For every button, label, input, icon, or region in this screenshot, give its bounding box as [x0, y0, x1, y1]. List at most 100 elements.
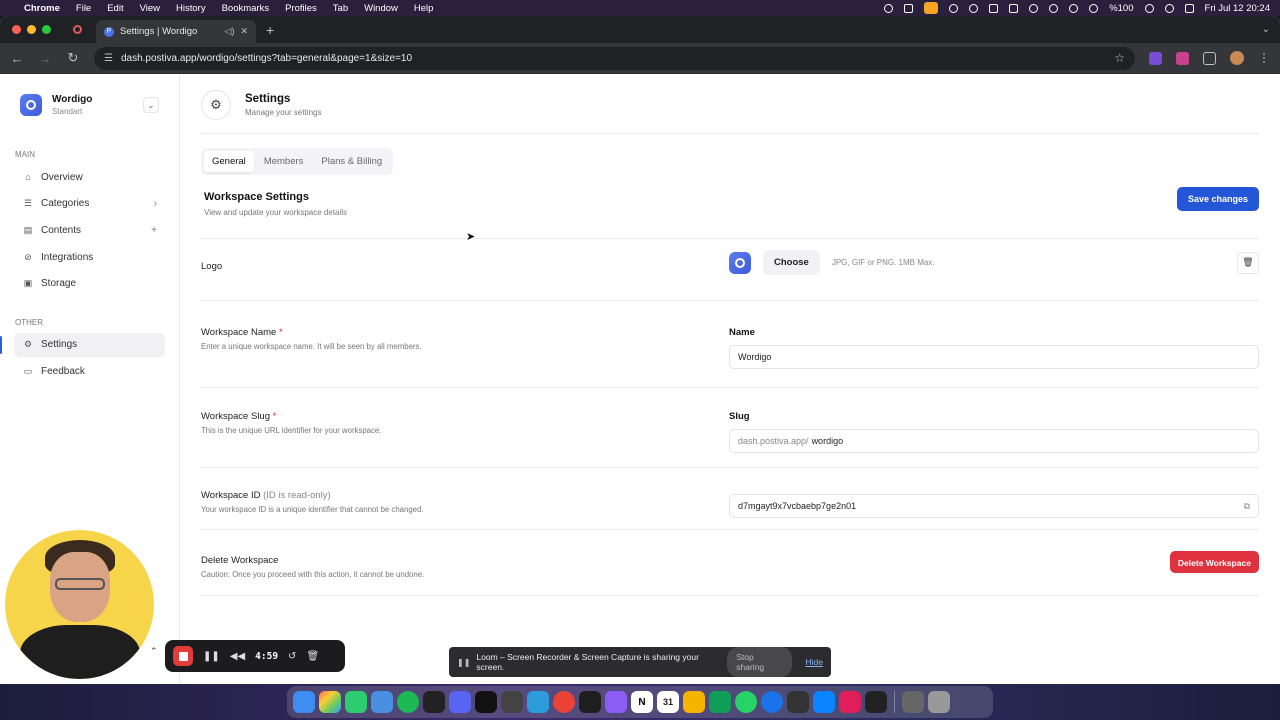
- webcam-bubble[interactable]: [5, 530, 154, 679]
- finder-icon[interactable]: [293, 691, 315, 713]
- sidebar-item-feedback[interactable]: ▭ Feedback: [14, 359, 165, 383]
- workspace-slug-input[interactable]: dash.postiva.app/ wordigo: [729, 429, 1259, 453]
- record-status-icon[interactable]: [884, 3, 894, 13]
- workspace-switcher[interactable]: Wordigo Standart ⌄: [0, 94, 179, 116]
- tab-search-icon[interactable]: ⌄: [1262, 24, 1270, 35]
- calendar-icon[interactable]: 31: [657, 691, 679, 713]
- tab-members[interactable]: Members: [256, 151, 312, 172]
- choose-logo-button[interactable]: Choose: [763, 250, 820, 275]
- sidebar-item-contents[interactable]: ▤ Contents +: [14, 218, 165, 242]
- menu-window[interactable]: Window: [364, 3, 398, 14]
- chatgpt-icon[interactable]: [787, 691, 809, 713]
- chevron-updown-icon[interactable]: ⌃: [150, 646, 158, 657]
- workspace-name-input[interactable]: Wordigo: [729, 345, 1259, 369]
- url-text[interactable]: dash.postiva.app/wordigo/settings?tab=ge…: [121, 53, 412, 64]
- grid-status-icon[interactable]: [1009, 3, 1019, 13]
- photos-icon[interactable]: [319, 691, 341, 713]
- new-tab-button[interactable]: +: [266, 22, 274, 38]
- chrome-menu-icon[interactable]: ⋮: [1258, 51, 1270, 65]
- profile-avatar[interactable]: [1230, 51, 1244, 65]
- workspace-id-input[interactable]: d7mgayt9x7vcbaebp7ge2n01 ⧉: [729, 494, 1259, 518]
- stop-sharing-button[interactable]: Stop sharing: [727, 647, 792, 677]
- onepassword-dock-icon[interactable]: [813, 691, 835, 713]
- sidebar-item-settings[interactable]: ⚙ Settings: [0, 332, 165, 357]
- safari-icon[interactable]: [527, 691, 549, 713]
- site-settings-icon[interactable]: ☰: [104, 53, 113, 64]
- circle-status-icon[interactable]: [949, 3, 959, 13]
- stop-recording-button[interactable]: [173, 646, 193, 666]
- chrome-icon[interactable]: [553, 691, 575, 713]
- menu-view[interactable]: View: [140, 3, 160, 14]
- chevron-down-icon[interactable]: ⌄: [143, 97, 159, 113]
- menu-profiles[interactable]: Profiles: [285, 3, 317, 14]
- facetime-icon[interactable]: [345, 691, 367, 713]
- sidebar-item-integrations[interactable]: ⊘ Integrations: [14, 245, 165, 269]
- menu-help[interactable]: Help: [414, 3, 434, 14]
- reload-icon[interactable]: ↻: [66, 50, 80, 66]
- notes-icon[interactable]: [683, 691, 705, 713]
- arc-icon[interactable]: [605, 691, 627, 713]
- figma-icon[interactable]: [423, 691, 445, 713]
- menubar-clock[interactable]: Fri Jul 12 20:24: [1205, 3, 1270, 14]
- calendar-status-icon[interactable]: [989, 3, 999, 13]
- close-window-button[interactable]: [12, 25, 21, 34]
- plus-icon[interactable]: +: [151, 225, 157, 236]
- shuffle-icon[interactable]: [1089, 3, 1099, 13]
- terminal-icon[interactable]: [579, 691, 601, 713]
- capcut-icon[interactable]: [475, 691, 497, 713]
- pause-icon[interactable]: ❚❚: [203, 651, 220, 662]
- zoom-icon[interactable]: [761, 691, 783, 713]
- evernote-icon[interactable]: [709, 691, 731, 713]
- notion-icon[interactable]: N: [631, 691, 653, 713]
- delete-logo-button[interactable]: 🗑: [1237, 251, 1259, 274]
- onepassword-icon[interactable]: [1049, 3, 1059, 13]
- whatsapp-icon[interactable]: [735, 691, 757, 713]
- menu-bookmarks[interactable]: Bookmarks: [222, 3, 270, 14]
- slack-icon[interactable]: [839, 691, 861, 713]
- chevron-right-icon[interactable]: ›: [154, 198, 157, 209]
- figma-status-icon[interactable]: [904, 3, 914, 13]
- rewind-icon[interactable]: ◀◀: [230, 651, 245, 662]
- delete-workspace-button[interactable]: Delete Workspace: [1169, 551, 1259, 573]
- input-value[interactable]: wordigo: [812, 436, 844, 446]
- speaker-icon[interactable]: ◁): [225, 26, 235, 37]
- bookmark-star-icon[interactable]: ☆: [1114, 51, 1125, 65]
- mail-icon[interactable]: [371, 691, 393, 713]
- trash-dock-icon[interactable]: [928, 691, 950, 713]
- menu-app-name[interactable]: Chrome: [24, 3, 60, 14]
- discord-icon[interactable]: [449, 691, 471, 713]
- menu-file[interactable]: File: [76, 3, 91, 14]
- save-changes-button[interactable]: Save changes: [1176, 187, 1259, 211]
- extension-icon-2[interactable]: [1176, 51, 1189, 65]
- play-status-icon[interactable]: [1069, 3, 1079, 13]
- menu-tab[interactable]: Tab: [333, 3, 348, 14]
- screen-studio-icon[interactable]: [865, 691, 887, 713]
- wifi-icon[interactable]: [1144, 3, 1154, 13]
- restart-icon[interactable]: ↺: [288, 651, 296, 662]
- back-icon[interactable]: ←: [10, 51, 24, 66]
- menu-history[interactable]: History: [176, 3, 206, 14]
- discard-trash-icon[interactable]: 🗑: [306, 651, 319, 662]
- copy-icon[interactable]: ⧉: [1244, 501, 1250, 512]
- recording-tab-icon[interactable]: [73, 25, 82, 34]
- menu-edit[interactable]: Edit: [107, 3, 123, 14]
- battery-percent[interactable]: %100: [1109, 3, 1133, 14]
- tab-general[interactable]: General: [204, 151, 254, 172]
- linear-icon[interactable]: [501, 691, 523, 713]
- tab-plans-billing[interactable]: Plans & Billing: [313, 151, 390, 172]
- bluetooth-icon[interactable]: [1029, 3, 1039, 13]
- vpn-icon[interactable]: [969, 3, 979, 13]
- control-center-icon[interactable]: [1184, 3, 1194, 13]
- hide-link[interactable]: Hide: [806, 657, 823, 667]
- forward-icon[interactable]: →: [38, 51, 52, 66]
- sidebar-item-categories[interactable]: ☰ Categories ›: [14, 192, 165, 216]
- spotify-icon[interactable]: [397, 691, 419, 713]
- system-settings-icon[interactable]: [902, 691, 924, 713]
- input-value[interactable]: Wordigo: [738, 352, 771, 362]
- microphone-icon[interactable]: [924, 2, 939, 14]
- browser-tab-active[interactable]: P Settings | Wordigo ◁) ✕: [96, 20, 256, 43]
- minimize-window-button[interactable]: [27, 25, 36, 34]
- extensions-puzzle-icon[interactable]: [1203, 51, 1216, 65]
- search-icon[interactable]: [1164, 3, 1174, 13]
- sidebar-item-overview[interactable]: ⌂ Overview: [14, 165, 165, 189]
